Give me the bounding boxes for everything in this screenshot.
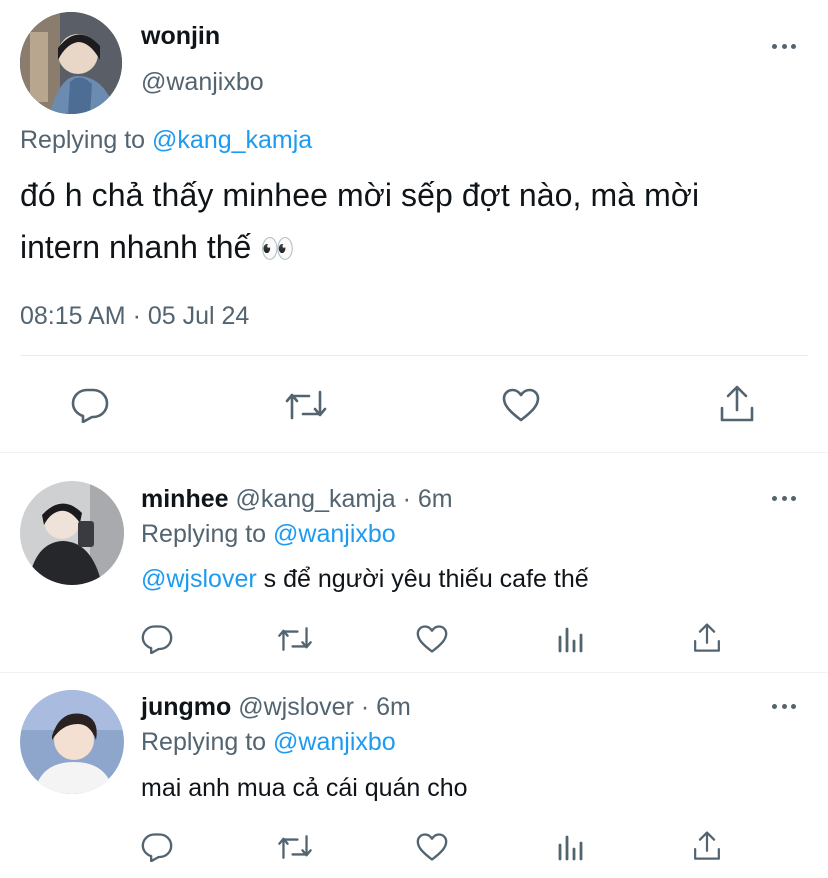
views-icon[interactable] [555,830,587,864]
share-icon[interactable] [690,828,724,864]
eyes-emoji: 👀 [260,233,296,264]
reply2-handle-time[interactable]: @wjslover · 6m [238,693,411,721]
share-icon[interactable] [716,383,758,425]
more-icon[interactable] [772,696,796,716]
main-replying-line: Replying to @kang_kamja [20,124,312,156]
more-icon[interactable] [772,488,796,508]
views-icon[interactable] [555,622,587,656]
main-timestamp[interactable]: 08:15 AM · 05 Jul 24 [20,300,249,332]
replying-prefix: Replying to [141,728,267,756]
reply-icon[interactable] [70,385,110,425]
reply2-header: jungmo @wjslover · 6m [141,691,411,723]
mention-link[interactable]: @wjslover [141,565,257,593]
replying-prefix: Replying to [141,520,267,548]
avatar-wonjin[interactable] [20,12,122,114]
reply2-text: mai anh mua cả cái quán cho [141,774,468,802]
avatar-image [20,690,124,794]
avatar-image [20,12,122,114]
replying-to-link[interactable]: @wanjixbo [273,520,396,548]
more-icon[interactable] [772,36,796,56]
reply1-display-name[interactable]: minhee [141,485,229,513]
main-display-name[interactable]: wonjin [141,20,220,52]
avatar-minhee[interactable] [20,481,124,585]
retweet-icon[interactable] [275,830,315,864]
replying-to-link[interactable]: @kang_kamja [152,126,312,154]
reply1-text: @wjslover s để người yêu thiếu cafe thế [141,563,589,595]
reply2-display-name[interactable]: jungmo [141,693,231,721]
reply2-replying-line: Replying to @wanjixbo [141,726,396,758]
heart-icon[interactable] [414,622,450,656]
main-handle[interactable]: @wanjixbo [141,66,264,98]
share-icon[interactable] [690,620,724,656]
section-divider [0,452,828,453]
reply1-replying-line: Replying to @wanjixbo [141,518,396,550]
avatar-jungmo[interactable] [20,690,124,794]
avatar-image [20,481,124,585]
reply-icon[interactable] [140,830,174,864]
heart-icon[interactable] [414,830,450,864]
reply-icon[interactable] [140,622,174,656]
retweet-icon[interactable] [283,385,329,425]
main-tweet-text-line2: intern nhanh thế 👀 [20,226,295,270]
tweet-text-line2: intern nhanh thế [20,229,252,265]
reply-divider [0,672,828,673]
heart-icon[interactable] [500,385,542,425]
retweet-icon[interactable] [275,622,315,656]
replying-prefix: Replying to [20,126,146,154]
reply1-handle-time[interactable]: @kang_kamja · 6m [235,485,452,513]
divider [20,355,808,356]
reply1-header: minhee @kang_kamja · 6m [141,483,453,515]
replying-to-link[interactable]: @wanjixbo [273,728,396,756]
reply1-body: s để người yêu thiếu cafe thế [256,565,589,593]
main-tweet-text-line1: đó h chả thấy minhee mời sếp đợt nào, mà… [20,177,700,213]
